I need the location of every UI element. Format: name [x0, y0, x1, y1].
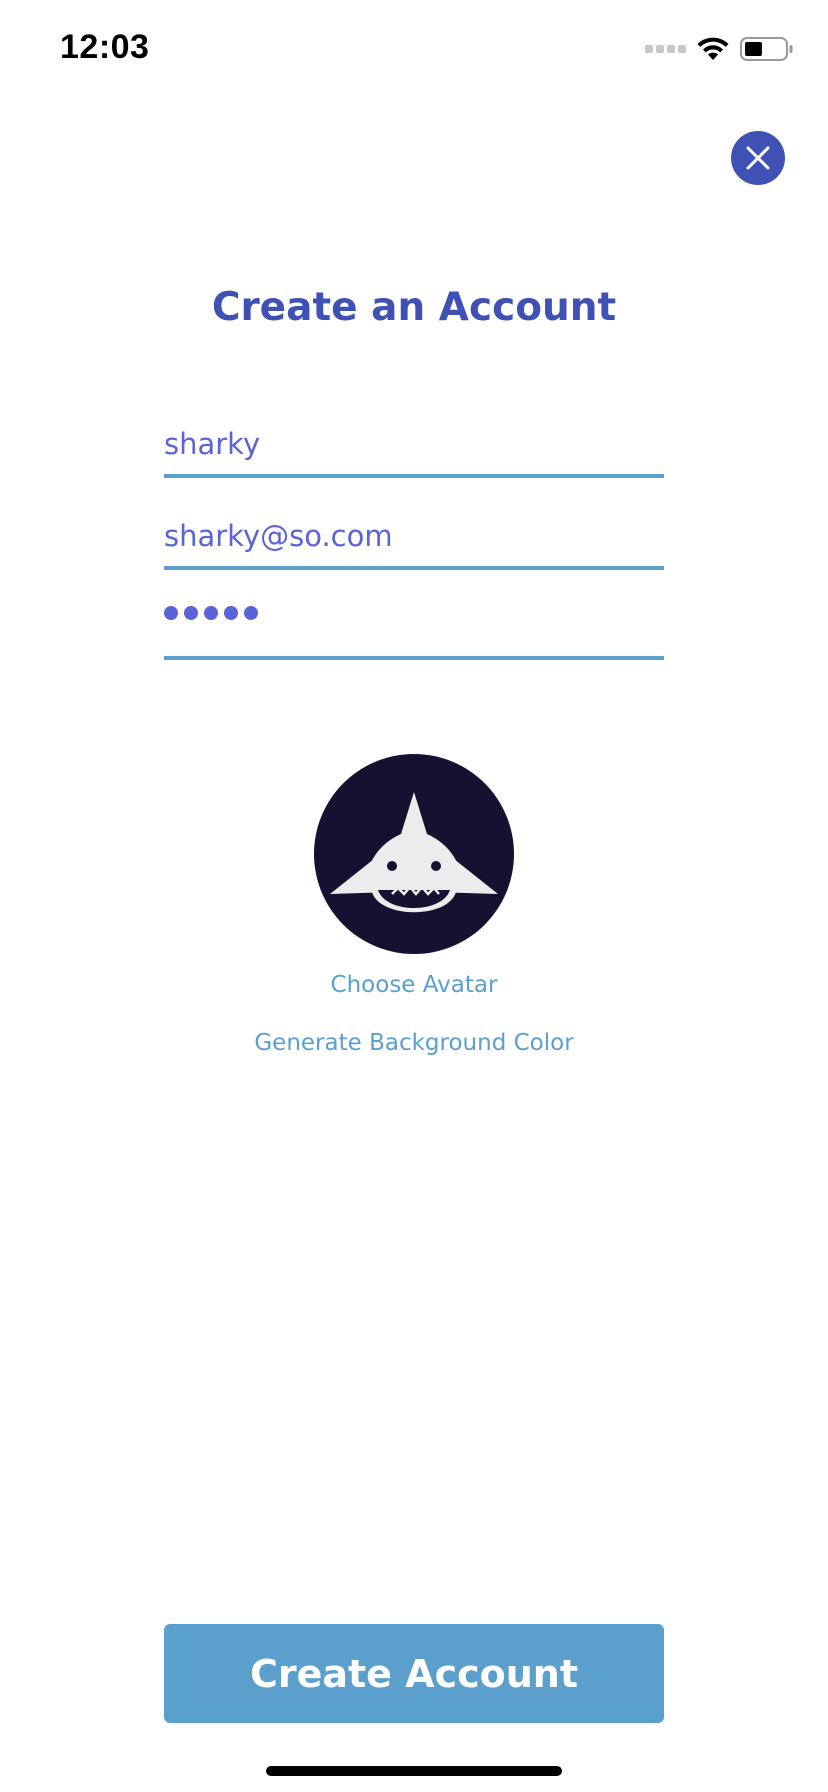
email-field-container — [164, 506, 664, 570]
username-field-container — [164, 414, 664, 478]
wifi-icon — [696, 36, 730, 62]
password-field[interactable] — [164, 596, 664, 660]
status-icons — [645, 34, 794, 64]
avatar[interactable] — [314, 754, 514, 954]
generate-background-color-link[interactable]: Generate Background Color — [0, 1030, 828, 1056]
page-title: Create an Account — [211, 285, 617, 330]
choose-avatar-link[interactable]: Choose Avatar — [0, 972, 828, 998]
email-field[interactable] — [164, 506, 664, 566]
close-icon — [746, 146, 770, 170]
home-indicator — [266, 1766, 562, 1776]
password-mask — [164, 606, 258, 620]
create-account-button[interactable]: Create Account — [164, 1624, 664, 1723]
create-account-screen: 12:03 Create an Account sharky sharky@so… — [0, 0, 828, 1792]
shark-avatar-icon — [330, 792, 498, 913]
status-time: 12:03 — [60, 28, 150, 66]
close-button[interactable] — [731, 131, 785, 185]
username-field[interactable] — [164, 414, 664, 474]
cellular-signal-icon — [645, 45, 686, 53]
battery-icon — [740, 36, 794, 62]
